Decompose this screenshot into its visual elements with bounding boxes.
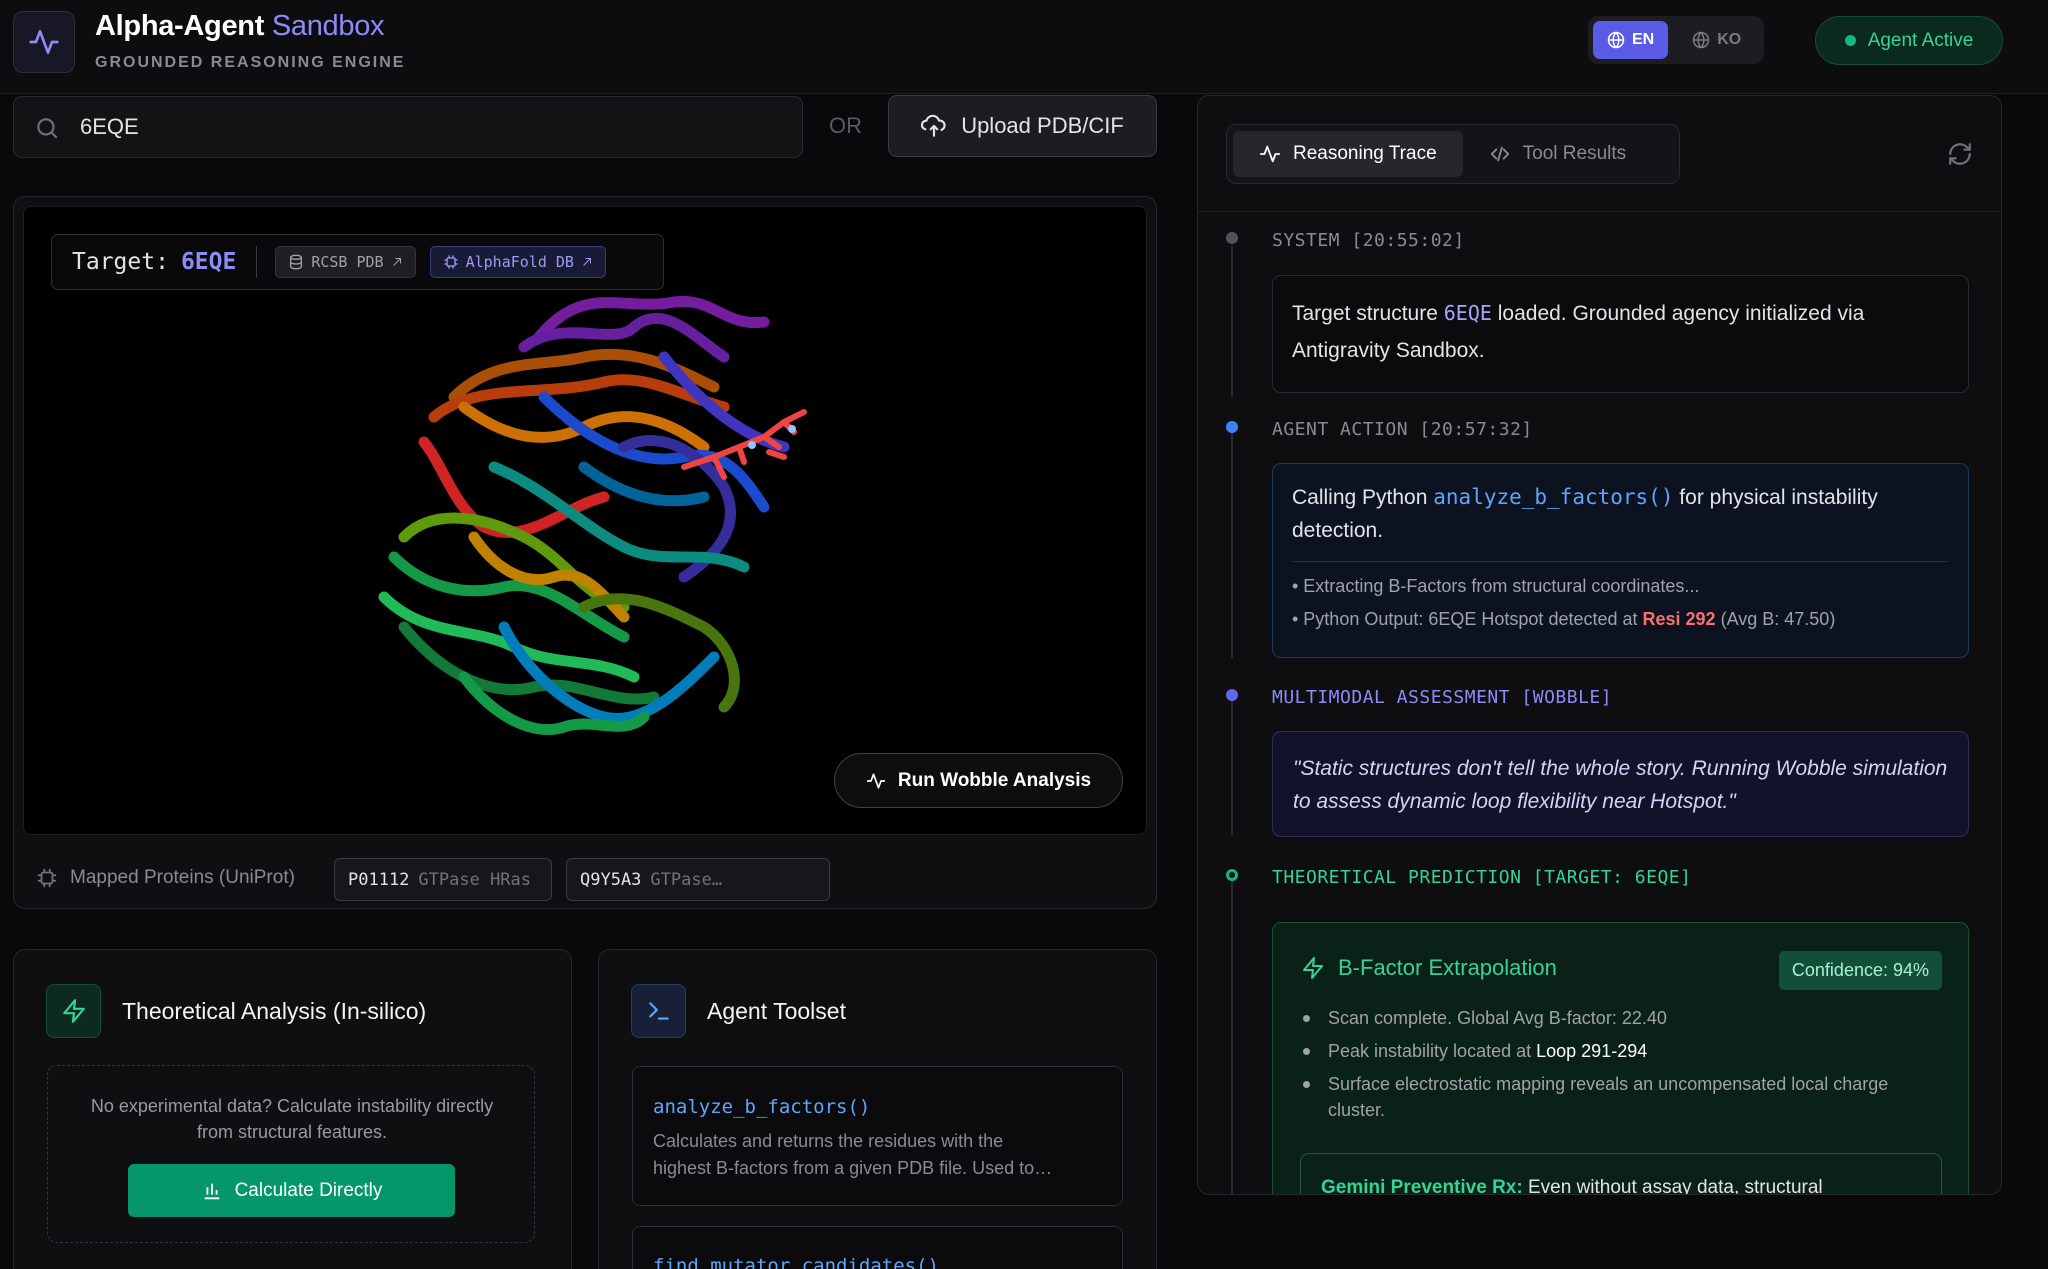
activity-icon <box>866 773 886 788</box>
trace-quote: "Static structures don't tell the whole … <box>1293 757 1948 813</box>
language-en-button[interactable]: EN <box>1593 21 1669 59</box>
rcsb-pdb-link[interactable]: RCSB PDB <box>275 246 416 278</box>
pdb-search-box <box>13 96 803 158</box>
timeline-line <box>1231 695 1233 835</box>
tool-name: analyze_b_factors() <box>653 1096 871 1118</box>
trace-text: Target structure 6EQE loaded. Grounded a… <box>1292 301 1865 362</box>
database-icon <box>290 254 303 270</box>
chip-icon <box>443 255 458 269</box>
trace-subline: • Extracting B-Factors from structural c… <box>1292 576 1700 596</box>
agent-toolset-card: Agent Toolset analyze_b_factors() Calcul… <box>598 949 1157 1269</box>
calculate-directly-button[interactable]: Calculate Directly <box>128 1164 455 1217</box>
trace-label-action: AGENT ACTION [20:57:32] <box>1272 419 1533 440</box>
zap-icon <box>1303 957 1323 979</box>
mapped-proteins-label: Mapped Proteins (UniProt) <box>36 867 295 889</box>
reasoning-timeline[interactable]: SYSTEM [20:55:02] Target structure 6EQE … <box>1198 213 2001 1194</box>
divider <box>1292 561 1949 562</box>
uniprot-chip[interactable]: Q9Y5A3 GTPase… <box>566 858 830 901</box>
trace-subline: • Python Output: 6EQE Hotspot detected a… <box>1292 609 1836 629</box>
or-label: OR <box>829 113 862 138</box>
globe-icon <box>1692 31 1710 49</box>
external-link-icon <box>583 258 591 266</box>
pulse-logo-icon <box>13 11 75 73</box>
calculate-description: No experimental data? Calculate instabil… <box>90 1096 494 1142</box>
timeline-line <box>1231 428 1233 658</box>
target-id: 6EQE <box>180 249 237 275</box>
alphafold-db-link[interactable]: AlphaFold DB <box>429 246 606 278</box>
uniprot-chip[interactable]: P01112 GTPase HRas <box>334 858 552 901</box>
trace-entry-system: Target structure 6EQE loaded. Grounded a… <box>1272 275 1969 393</box>
timeline-line <box>1231 876 1233 1194</box>
trace-text: Calling Python analyze_b_factors() for p… <box>1292 485 1878 542</box>
cloud-upload-icon <box>921 114 946 137</box>
tool-description: Calculates and returns the residues with… <box>653 1131 1053 1178</box>
prediction-card: B-Factor Extrapolation Confidence: 94% S… <box>1272 922 1969 1194</box>
tab-tool-results[interactable]: Tool Results <box>1463 131 1653 177</box>
trace-label-system: SYSTEM [20:55:02] <box>1272 230 1465 251</box>
language-switcher: EN KO <box>1588 16 1764 64</box>
trace-label-prediction: THEORETICAL PREDICTION [TARGET: 6EQE] <box>1272 867 1692 888</box>
refresh-icon[interactable] <box>1947 141 1973 167</box>
tool-name: find_mutator_candidates() <box>653 1255 939 1269</box>
trace-entry-action: Calling Python analyze_b_factors() for p… <box>1272 463 1969 658</box>
upload-pdb-button[interactable]: Upload PDB/CIF <box>888 95 1157 157</box>
app-title: Alpha-Agent Sandbox <box>95 10 385 42</box>
confidence-badge: Confidence: 94% <box>1778 951 1942 990</box>
timeline-dot-system <box>1226 232 1238 244</box>
agent-status-badge: Agent Active <box>1815 16 2003 65</box>
timeline-line <box>1231 246 1233 396</box>
molecule-viewer[interactable]: Target: 6EQE RCSB PDB AlphaFold DB Run W… <box>23 206 1147 835</box>
calculate-dropzone: No experimental data? Calculate instabil… <box>47 1065 535 1243</box>
target-info-bar: Target: 6EQE RCSB PDB AlphaFold DB <box>51 234 664 290</box>
status-dot <box>1844 35 1856 46</box>
reasoning-panel: Reasoning Trace Tool Results SYSTEM [20:… <box>1197 95 2002 1195</box>
timeline-dot-prediction <box>1226 869 1238 881</box>
structure-viewer-card: Target: 6EQE RCSB PDB AlphaFold DB Run W… <box>13 196 1157 909</box>
card-title: Agent Toolset <box>707 997 846 1024</box>
run-wobble-analysis-button[interactable]: Run Wobble Analysis <box>834 753 1123 808</box>
activity-icon <box>1259 145 1281 163</box>
target-label: Target: <box>72 249 169 275</box>
tool-item[interactable]: find_mutator_candidates() <box>632 1226 1123 1269</box>
external-link-icon <box>392 258 401 266</box>
language-ko-button[interactable]: KO <box>1678 21 1755 59</box>
prediction-bullet: Surface electrostatic mapping reveals an… <box>1301 1071 1941 1123</box>
search-icon <box>37 118 58 139</box>
prediction-title: B-Factor Extrapolation <box>1301 955 1557 981</box>
theoretical-analysis-card: Theoretical Analysis (In-silico) No expe… <box>13 949 572 1269</box>
tab-reasoning-trace[interactable]: Reasoning Trace <box>1233 131 1463 177</box>
pdb-search-input[interactable] <box>80 107 780 147</box>
chip-icon <box>37 868 57 888</box>
panel-tabs: Reasoning Trace Tool Results <box>1226 124 1680 184</box>
globe-icon <box>1607 31 1625 49</box>
panel-tabs-bar: Reasoning Trace Tool Results <box>1198 96 2001 212</box>
protein-ribbon-render <box>378 295 807 736</box>
trace-label-assessment: MULTIMODAL ASSESSMENT [WOBBLE] <box>1272 687 1613 708</box>
prediction-bullets: Scan complete. Global Avg B-factor: 22.4… <box>1301 1005 1941 1130</box>
timeline-dot-action <box>1226 421 1238 433</box>
zap-icon <box>46 984 101 1038</box>
app-subtitle: GROUNDED REASONING ENGINE <box>95 54 406 71</box>
prediction-bullet: Scan complete. Global Avg B-factor: 22.4… <box>1301 1005 1941 1031</box>
preventive-rx-box: Gemini Preventive Rx: Even without assay… <box>1300 1153 1942 1194</box>
bar-chart-icon <box>204 1183 219 1199</box>
trace-entry-assessment: "Static structures don't tell the whole … <box>1272 731 1969 837</box>
code-icon <box>1490 146 1509 162</box>
prediction-bullet: Peak instability located at Loop 291-294 <box>1301 1038 1941 1064</box>
terminal-icon <box>631 984 686 1038</box>
divider <box>256 246 258 278</box>
timeline-dot-assessment <box>1226 689 1238 701</box>
tool-item[interactable]: analyze_b_factors() Calculates and retur… <box>632 1066 1123 1206</box>
card-title: Theoretical Analysis (In-silico) <box>122 997 427 1024</box>
app-header: Alpha-Agent Sandbox GROUNDED REASONING E… <box>0 0 2048 94</box>
